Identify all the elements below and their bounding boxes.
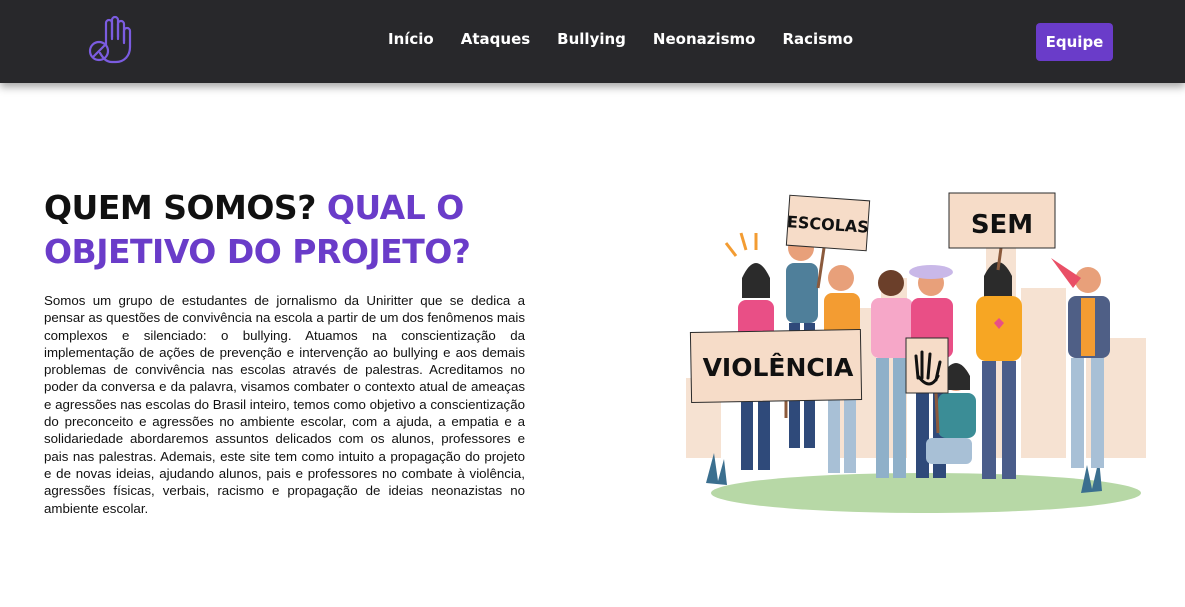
nav-link-inicio[interactable]: Início <box>388 30 434 48</box>
navbar: Início Ataques Bullying Neonazismo Racis… <box>0 0 1185 83</box>
nav-link-neonazismo[interactable]: Neonazismo <box>653 30 756 48</box>
title-part-1: QUEM SOMOS? <box>44 188 316 227</box>
nav-link-racismo[interactable]: Racismo <box>782 30 853 48</box>
svg-text:VIOLÊNCIA: VIOLÊNCIA <box>703 353 854 382</box>
sign-escolas: ESCOLAS <box>785 194 871 252</box>
hand-stop-icon[interactable] <box>86 15 134 65</box>
protest-illustration: ESCOLAS SEM VIOLÊNCIA <box>686 192 1146 513</box>
nav-links: Início Ataques Bullying Neonazismo Racis… <box>388 30 880 48</box>
shout-lines <box>724 232 758 257</box>
sign-sem: SEM <box>948 192 1056 249</box>
nav-link-ataques[interactable]: Ataques <box>461 30 530 48</box>
hero-title: QUEM SOMOS? QUAL O OBJETIVO DO PROJETO? <box>44 186 564 274</box>
nav-link-bullying[interactable]: Bullying <box>557 30 626 48</box>
hand-print-sign <box>905 337 949 394</box>
about-paragraph: Somos um grupo de estudantes de jornalis… <box>44 293 525 516</box>
svg-text:SEM: SEM <box>971 210 1033 240</box>
megaphone-icon <box>1051 258 1081 288</box>
team-button[interactable]: Equipe <box>1036 23 1113 61</box>
sign-violencia: VIOLÊNCIA <box>689 329 863 403</box>
ground <box>711 473 1141 513</box>
